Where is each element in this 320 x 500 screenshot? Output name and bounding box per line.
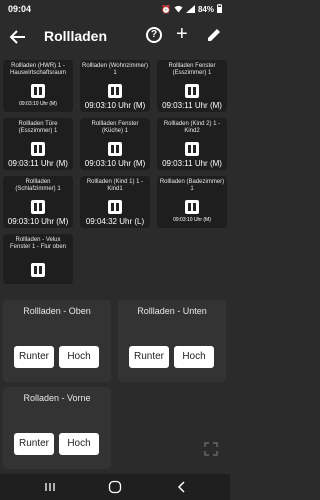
shutter-tile[interactable]: Rollladen (HWR) 1 - Hauswirtschaftsraum … <box>3 60 73 112</box>
tile-time: 09:03:10 Uhr (M) <box>7 217 69 226</box>
group-title: Rolladen - Vorne <box>23 393 91 403</box>
group-card-oben: Rollladen - Oben Runter Hoch <box>3 300 111 382</box>
shutter-pause-icon[interactable] <box>31 84 45 98</box>
shutter-pause-icon[interactable] <box>108 200 122 214</box>
status-bar: 09:04 ⏰ 84% <box>0 0 230 18</box>
status-time: 09:04 <box>8 4 32 14</box>
shutter-pause-icon[interactable] <box>185 200 199 214</box>
add-icon[interactable]: + <box>176 24 188 44</box>
home-icon[interactable] <box>108 480 122 499</box>
tile-time: 09:03:10 Uhr (M) <box>84 101 146 110</box>
shutter-tile[interactable]: Rollladen Fenster (Esszimmer) 1 09:03:11… <box>157 60 227 112</box>
tile-name: Rollladen - Velux Fenster 1 - Flur oben <box>9 237 67 250</box>
back-arrow-icon[interactable] <box>8 27 28 47</box>
shutter-tile[interactable]: Rollladen (Schlafzimmer) 1 09:03:10 Uhr … <box>3 176 73 228</box>
shutter-tile[interactable]: Rollladen (Wohnzimmer) 1 09:03:10 Uhr (M… <box>80 60 150 112</box>
shutter-tile[interactable]: Rollladen Türe (Esszimmer) 1 09:03:11 Uh… <box>3 118 73 170</box>
tile-name: Rollladen Fenster (Esszimmer) 1 <box>168 63 216 76</box>
battery-level: 84% <box>197 5 214 14</box>
tile-time: 09:03:11 Uhr (M) <box>162 101 222 110</box>
tile-name: Rollladen Fenster (Küche) 1 <box>91 121 139 134</box>
shutter-tile[interactable]: Rollladen (Kind 1) 1 - Kind1 09:04:32 Uh… <box>80 176 150 228</box>
runter-button[interactable]: Runter <box>14 346 54 368</box>
recent-apps-icon[interactable] <box>44 480 56 498</box>
shutter-pause-icon[interactable] <box>31 200 45 214</box>
tile-name: Rollladen (HWR) 1 - Hauswirtschaftsraum <box>9 63 66 76</box>
hoch-button[interactable]: Hoch <box>174 346 214 368</box>
group-title: Rollladen - Oben <box>23 306 91 316</box>
shutter-tile[interactable]: Rollladen (Kind 2) 1 - Kind2 09:03:11 Uh… <box>157 118 227 170</box>
shutter-tile[interactable]: Rollladen Fenster (Küche) 1 09:03:10 Uhr… <box>80 118 150 170</box>
tile-time: 09:03:11 Uhr (M) <box>8 159 68 168</box>
battery-icon <box>217 4 222 15</box>
shutter-pause-icon[interactable] <box>185 142 199 156</box>
tile-name: Rollladen (Wohnzimmer) 1 <box>82 63 148 76</box>
group-card-unten: Rollladen - Unten Runter Hoch <box>118 300 226 382</box>
group-card-vorne: Rolladen - Vorne Runter Hoch <box>3 387 111 469</box>
runter-button[interactable]: Runter <box>129 346 169 368</box>
tile-name: Rollladen Türe (Esszimmer) 1 <box>18 121 58 134</box>
signal-icon <box>185 4 195 15</box>
alarm-icon: ⏰ <box>161 5 171 14</box>
shutter-tile[interactable]: Rollladen - Velux Fenster 1 - Flur oben <box>3 234 73 284</box>
tile-name: Rollladen (Badezimmer) 1 <box>159 179 225 192</box>
app-bar: Rollladen ? + <box>0 20 230 54</box>
shutter-pause-icon[interactable] <box>108 84 122 98</box>
tile-name: Rollladen (Schlafzimmer) 1 <box>15 179 61 192</box>
status-icons: ⏰ 84% <box>161 4 222 15</box>
runter-button[interactable]: Runter <box>14 433 54 455</box>
page-title: Rollladen <box>44 28 108 44</box>
tile-time: 09:03:10 Uhr (M) <box>173 217 211 223</box>
shutter-tile[interactable]: Rollladen (Badezimmer) 1 09:03:10 Uhr (M… <box>157 176 227 228</box>
wifi-icon <box>174 5 183 15</box>
shutter-pause-icon[interactable] <box>31 142 45 156</box>
group-title: Rollladen - Unten <box>137 306 207 316</box>
system-nav-bar <box>0 474 230 500</box>
nav-back-icon[interactable] <box>176 480 188 498</box>
edit-pencil-icon[interactable] <box>206 27 222 43</box>
tile-name: Rollladen (Kind 2) 1 - Kind2 <box>163 121 221 134</box>
tile-time: 09:03:10 Uhr (M) <box>19 101 57 107</box>
tile-time: 09:04:32 Uhr (L) <box>85 217 145 226</box>
help-icon[interactable]: ? <box>146 27 162 43</box>
tile-name: Rollladen (Kind 1) 1 - Kind1 <box>86 179 144 192</box>
shutter-pause-icon[interactable] <box>185 84 199 98</box>
shutter-pause-icon[interactable] <box>31 263 45 277</box>
tile-time: 09:03:10 Uhr (M) <box>84 159 146 168</box>
hoch-button[interactable]: Hoch <box>59 346 99 368</box>
fullscreen-icon[interactable] <box>204 442 218 456</box>
shutter-pause-icon[interactable] <box>108 142 122 156</box>
tile-time: 09:03:11 Uhr (M) <box>162 159 222 168</box>
hoch-button[interactable]: Hoch <box>59 433 99 455</box>
